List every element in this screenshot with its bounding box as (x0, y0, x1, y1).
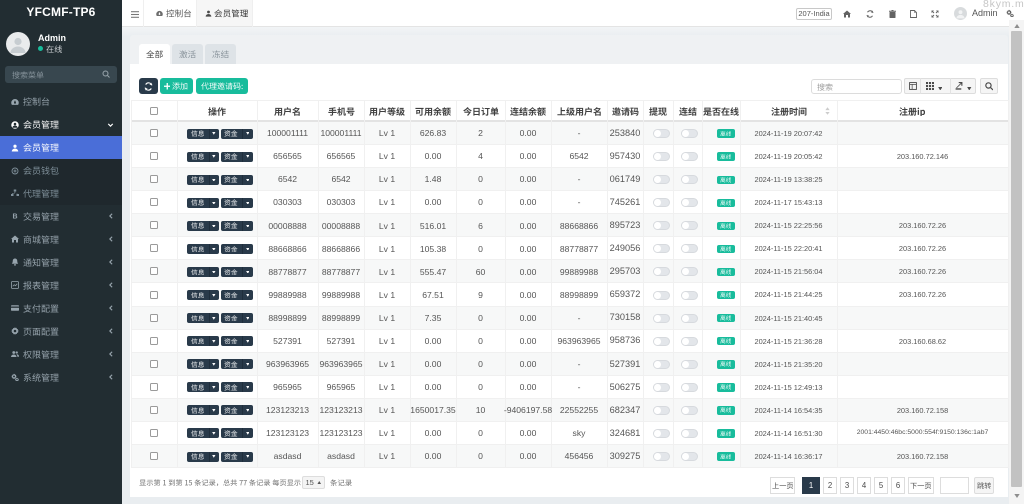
svg-text:B: B (12, 214, 17, 221)
